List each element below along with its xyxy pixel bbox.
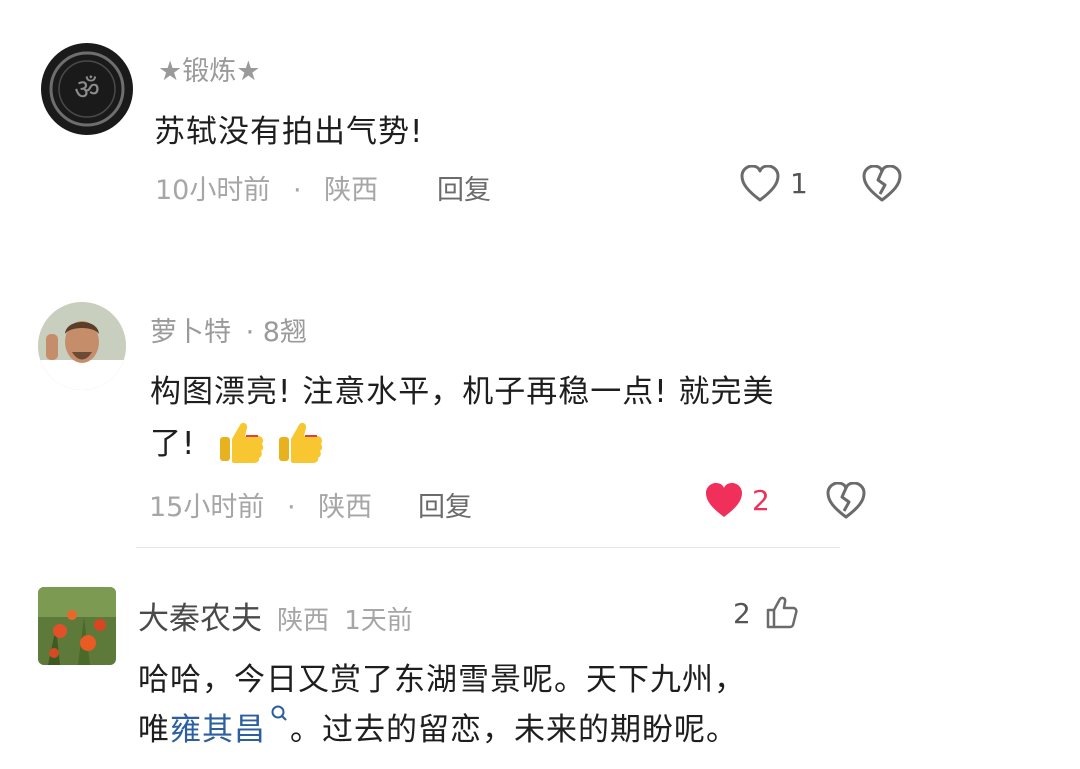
comment-text-suffix: 。过去的留恋，未来的期盼呢。 <box>290 712 738 748</box>
like-count: 2 <box>733 597 751 630</box>
comment-author[interactable]: 大秦农夫 <box>138 601 262 637</box>
svg-text:ॐ: ॐ <box>74 73 100 106</box>
like-button[interactable]: 1 <box>740 163 810 207</box>
avatar-photo <box>38 587 116 665</box>
comment-location: 陕西 <box>277 606 330 636</box>
comment-time: 1天前 <box>344 606 413 636</box>
thumbs-up-emoji <box>218 419 325 473</box>
comment-time: 15小时前 <box>149 492 265 523</box>
comment-3: 大秦农夫 陕西 1天前 2 哈哈，今日又赏了东湖雪景呢。天下九州， 唯雍其昌 。… <box>0 570 1080 769</box>
comment-meta: 15小时前 · 陕西 <box>149 485 372 524</box>
author-level: · 8翘 <box>245 317 307 348</box>
comment-meta: 10小时前 · 陕西 <box>155 168 378 207</box>
comment-text-line-1: 构图漂亮! 注意水平，机子再稳一点! 就完美 <box>150 374 775 410</box>
avatar[interactable] <box>38 302 126 390</box>
comment-author[interactable]: ★锻炼★ <box>158 49 260 88</box>
avatar-logo-icon: ॐ <box>49 51 125 127</box>
comment-2: 萝卜特 · 8翘 构图漂亮! 注意水平，机子再稳一点! 就完美 了! 15小时前… <box>0 280 1080 540</box>
heart-filled-icon <box>704 482 744 520</box>
like-button[interactable]: 2 <box>704 480 774 524</box>
topic-link[interactable]: 雍其昌 <box>170 712 266 748</box>
comment-location: 陕西 <box>318 492 373 523</box>
reply-button[interactable]: 回复 <box>418 485 472 524</box>
reply-button[interactable]: 回复 <box>437 168 491 207</box>
comment-time: 10小时前 <box>155 175 271 206</box>
comment-text-line-2: 了! <box>150 418 325 473</box>
broken-heart-icon[interactable] <box>862 165 902 203</box>
comment-header: 大秦农夫 陕西 1天前 <box>138 593 413 638</box>
broken-heart-icon[interactable] <box>826 482 866 520</box>
comment-text-line-2: 唯雍其昌 。过去的留恋，未来的期盼呢。 <box>138 704 738 749</box>
comment-author[interactable]: 萝卜特 · 8翘 <box>150 310 307 349</box>
avatar-photo <box>38 302 126 390</box>
meta-separator: · <box>286 492 296 523</box>
divider <box>136 547 840 548</box>
avatar[interactable] <box>38 587 116 665</box>
heart-outline-icon <box>740 165 780 203</box>
like-count: 1 <box>790 167 808 200</box>
meta-separator: · <box>292 175 302 206</box>
comment-location: 陕西 <box>324 175 379 206</box>
comment-text-line-1: 哈哈，今日又赏了东湖雪景呢。天下九州， <box>138 662 746 698</box>
thumbs-up-icon <box>765 596 799 630</box>
search-icon[interactable] <box>270 704 288 724</box>
comment-text-tail: 了! <box>150 426 196 462</box>
thumbs-up-button[interactable]: 2 <box>733 596 803 636</box>
author-name: 萝卜特 <box>150 317 231 348</box>
like-count: 2 <box>752 484 770 517</box>
comment-text: 苏轼没有拍出气势! <box>154 114 424 150</box>
avatar[interactable]: ॐ <box>41 43 133 135</box>
comment-text-prefix: 唯 <box>138 712 170 748</box>
comment-1: ॐ ★锻炼★ 苏轼没有拍出气势! 10小时前 · 陕西 回复 1 <box>0 0 1080 260</box>
